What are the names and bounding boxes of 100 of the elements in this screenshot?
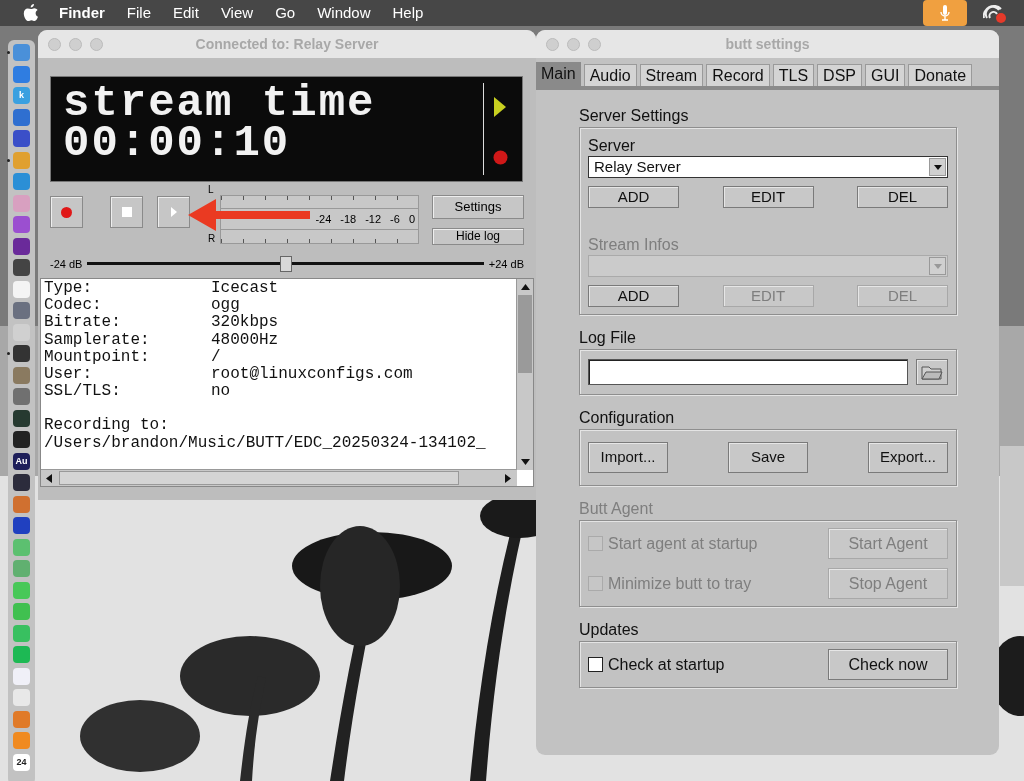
app-icon[interactable] xyxy=(13,517,30,534)
section-title: Updates xyxy=(579,621,640,639)
app-icon[interactable] xyxy=(13,474,30,491)
push-button[interactable]: EDIT xyxy=(722,186,814,208)
log-key: SSL/TLS: xyxy=(44,383,211,401)
scale-label: -6 xyxy=(390,211,400,227)
log-value: no xyxy=(211,383,231,401)
microphone-icon xyxy=(940,5,950,21)
tab[interactable]: Record xyxy=(706,64,770,86)
log-value: root@linuxconfigs.com xyxy=(211,366,413,384)
record-icon xyxy=(61,206,72,218)
log-value: / xyxy=(211,348,221,366)
app-icon[interactable] xyxy=(13,409,30,427)
display-text: stream time xyxy=(63,83,376,123)
menu-item[interactable]: File xyxy=(126,1,151,25)
log-line: Recording to: xyxy=(44,417,170,435)
text-field[interactable] xyxy=(588,359,909,385)
settings-button[interactable]: Settings xyxy=(432,195,524,219)
app-icon[interactable]: Au xyxy=(13,452,30,470)
push-button[interactable]: Check now xyxy=(828,649,948,680)
menu-item[interactable]: Edit xyxy=(173,1,199,25)
push-button[interactable]: ADD xyxy=(588,186,679,208)
channel-label: R xyxy=(208,234,216,244)
checkbox-label: Minimize butt to tray xyxy=(608,573,752,594)
gain-slider[interactable] xyxy=(87,256,484,272)
tab[interactable]: GUI xyxy=(865,64,906,86)
menu-item[interactable]: Help xyxy=(392,1,424,25)
log-key: Mountpoint: xyxy=(44,348,211,366)
log-value: ogg xyxy=(211,297,240,315)
microphone-button[interactable] xyxy=(923,0,967,26)
tab[interactable]: Main xyxy=(536,62,581,86)
apple-icon[interactable] xyxy=(23,3,39,23)
close-button[interactable] xyxy=(546,38,559,51)
push-button[interactable]: Export... xyxy=(868,442,948,473)
checkbox-label: Start agent at startup xyxy=(608,533,758,554)
slider-label: -24 dB xyxy=(50,256,83,272)
push-button[interactable]: ADD xyxy=(588,285,679,307)
folder-icon xyxy=(921,364,944,380)
status-icon[interactable] xyxy=(983,4,1009,24)
push-button[interactable]: Import... xyxy=(588,442,668,473)
minimize-button[interactable] xyxy=(567,38,580,51)
tab[interactable]: Audio xyxy=(583,64,637,86)
dropdown-field[interactable]: Relay Server xyxy=(588,156,948,178)
tab[interactable]: Stream xyxy=(639,64,704,86)
scroll-thumb[interactable] xyxy=(59,471,459,485)
zoom-button[interactable] xyxy=(90,38,103,51)
app-icon[interactable]: 24 xyxy=(13,753,30,771)
app-icon[interactable] xyxy=(13,431,30,448)
push-button[interactable]: DEL xyxy=(857,186,948,208)
log-value: Icecast xyxy=(211,280,279,298)
app-icon[interactable] xyxy=(13,237,30,255)
dropdown-value: Relay Server xyxy=(594,156,681,177)
scroll-thumb[interactable] xyxy=(518,295,532,373)
hide-log-button[interactable]: Hide log xyxy=(432,228,524,245)
section-title: Server Settings xyxy=(579,107,690,125)
scroll-down-icon[interactable] xyxy=(521,459,530,465)
app-icon[interactable] xyxy=(13,259,30,276)
vertical-scrollbar[interactable] xyxy=(516,279,533,470)
section-title: Butt Agent xyxy=(579,500,654,518)
slider-thumb[interactable] xyxy=(279,256,292,272)
app-menu[interactable]: Finder xyxy=(59,1,105,25)
slider-label: +24 dB xyxy=(488,256,524,272)
log-key: Codec: xyxy=(44,297,211,315)
window-title: butt settings xyxy=(725,34,810,54)
menu-item[interactable]: View xyxy=(220,1,254,25)
section-title: Configuration xyxy=(579,409,676,427)
scroll-right-icon[interactable] xyxy=(505,474,511,483)
minimize-button[interactable] xyxy=(69,38,82,51)
scale-label: -18 xyxy=(340,211,357,227)
tab[interactable]: DSP xyxy=(817,64,862,86)
play-icon xyxy=(170,207,177,217)
menu-item[interactable]: Window xyxy=(317,1,371,25)
section-title: Log File xyxy=(579,329,637,347)
record-indicator-icon xyxy=(493,150,508,165)
zoom-button[interactable] xyxy=(588,38,601,51)
window-title: Connected to: Relay Server xyxy=(195,34,379,54)
log-key: Bitrate: xyxy=(44,314,211,332)
record-button[interactable] xyxy=(50,196,83,228)
stop-icon xyxy=(121,207,132,217)
log-key: Type: xyxy=(44,280,211,298)
display-text: 00:00:10 xyxy=(63,123,292,163)
log-line: /Users/brandon/Music/BUTT/EDC_20250324-134102_ xyxy=(44,434,486,452)
scroll-up-icon[interactable] xyxy=(521,284,530,290)
menu-item[interactable]: Go xyxy=(275,1,296,25)
close-button[interactable] xyxy=(48,38,61,51)
field-label: Server xyxy=(588,137,637,155)
channel-label: L xyxy=(208,185,214,195)
folder-button[interactable] xyxy=(916,359,948,385)
scroll-left-icon[interactable] xyxy=(46,474,52,483)
scale-label: -24 xyxy=(315,211,332,227)
scale-label: -12 xyxy=(365,211,382,227)
tab[interactable]: TLS xyxy=(772,64,815,86)
checkbox[interactable] xyxy=(588,657,603,672)
field-label: Stream Infos xyxy=(588,236,680,254)
app-icon[interactable] xyxy=(13,345,30,362)
push-button[interactable]: Save xyxy=(728,442,808,473)
stop-button[interactable] xyxy=(110,196,143,228)
play-button[interactable] xyxy=(157,196,190,228)
tab[interactable]: Donate xyxy=(908,64,973,86)
horizontal-scrollbar[interactable] xyxy=(41,469,517,486)
